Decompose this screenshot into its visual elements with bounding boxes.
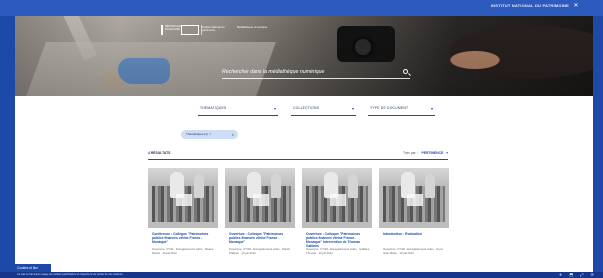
top-bar: INSTITUT NATIONAL DU PATRIMOINE ✕ (0, 0, 603, 16)
search-icon[interactable] (403, 69, 408, 74)
result-card[interactable]: Introduction : Évaluation Ouverture, 7/7… (379, 168, 449, 268)
result-thumbnail[interactable] (302, 168, 372, 228)
result-card[interactable]: Ouverture : Colloque "Patrimoines public… (302, 168, 372, 268)
chevron-down-icon: ▾ (446, 151, 448, 155)
chevron-down-icon: ▾ (351, 106, 354, 111)
result-card[interactable]: Conférence : Collègue "Patrimoines publi… (148, 168, 218, 268)
search-bar[interactable]: Rechercher dans la médiathèque numérique (222, 68, 410, 79)
chevron-down-icon: ▾ (273, 106, 276, 111)
close-icon[interactable]: × (232, 132, 234, 137)
result-meta: Ouverture, 7/7/18 - Enregistrement vidéo… (229, 247, 290, 255)
results-header: 4 résultats Trier par : Pertinence ▾ (148, 150, 448, 160)
sort-select[interactable]: Trier par : Pertinence ▾ (403, 151, 448, 155)
inp-logo-text: Institut national du patrimoine (202, 25, 225, 33)
results-grid: Conférence : Collègue "Patrimoines publi… (148, 168, 449, 268)
result-thumbnail[interactable] (148, 168, 218, 228)
sort-value[interactable]: Pertinence (421, 151, 443, 155)
sort-label: Trier par : (402, 151, 418, 155)
republique-logo-line: FRANÇAISE (165, 28, 180, 32)
chevron-down-icon: ▾ (430, 106, 433, 111)
cookie-title[interactable]: Cookies et flux (17, 266, 38, 270)
result-meta: Ouverture, 7/7/11 - Enregistrement vidéo… (152, 247, 214, 255)
search-input[interactable]: Rechercher dans la médiathèque numérique (222, 69, 324, 75)
browser-frame: INSTITUT NATIONAL DU PATRIMOINE ✕ RÉPUBL… (0, 0, 603, 278)
filter-label: Type de document (370, 106, 409, 110)
result-title[interactable]: Conférence : Collègue "Patrimoines publi… (152, 232, 216, 244)
footer-icons[interactable]: ✈ ⬒ ⤢ ⟳ (559, 272, 597, 278)
result-title[interactable]: Ouverture : Colloque "Patrimoines public… (306, 232, 370, 248)
site-title: INSTITUT NATIONAL DU PATRIMOINE (490, 3, 569, 8)
result-thumbnail[interactable] (379, 168, 449, 228)
active-filter-label: Thématiques (1) : I (186, 132, 212, 137)
filter-label: Collections (293, 106, 320, 110)
close-icon[interactable]: ✕ (572, 2, 580, 10)
result-title[interactable]: Ouverture : Colloque "Patrimoines public… (229, 232, 293, 244)
republique-logo[interactable]: RÉPUBLIQUE FRANÇAISE (161, 25, 182, 35)
result-meta: Ouverture, 7/7/18 - Enregistrement vidéo… (383, 247, 443, 255)
hero-banner: RÉPUBLIQUE FRANÇAISE Institut national d… (15, 16, 593, 96)
active-filter-chip[interactable]: Thématiques (1) : I × (181, 130, 238, 139)
result-meta: Ouverture, 7/7/18 - Enregistrement vidéo… (306, 247, 370, 255)
result-thumbnail[interactable] (225, 168, 295, 228)
filter-label: Thématiques (200, 106, 227, 110)
hero-overlay (15, 16, 593, 96)
mediatheque-logo-text: Médiathèque numérique (237, 25, 268, 29)
footer-notice: Ce site ne fait aucun usage de cookies p… (17, 273, 124, 276)
result-card[interactable]: Ouverture : Colloque "Patrimoines public… (225, 168, 295, 268)
result-title[interactable]: Introduction : Évaluation (383, 232, 447, 236)
results-count: 4 résultats (148, 151, 171, 155)
inp-logo[interactable] (181, 25, 199, 35)
filter-bar: Thématiques ▾ Collections ▾ Type de docu… (15, 104, 593, 118)
filter-type-document[interactable]: Type de document ▾ (368, 104, 435, 116)
filter-thematiques[interactable]: Thématiques ▾ (198, 104, 278, 116)
filter-collections[interactable]: Collections ▾ (291, 104, 356, 116)
